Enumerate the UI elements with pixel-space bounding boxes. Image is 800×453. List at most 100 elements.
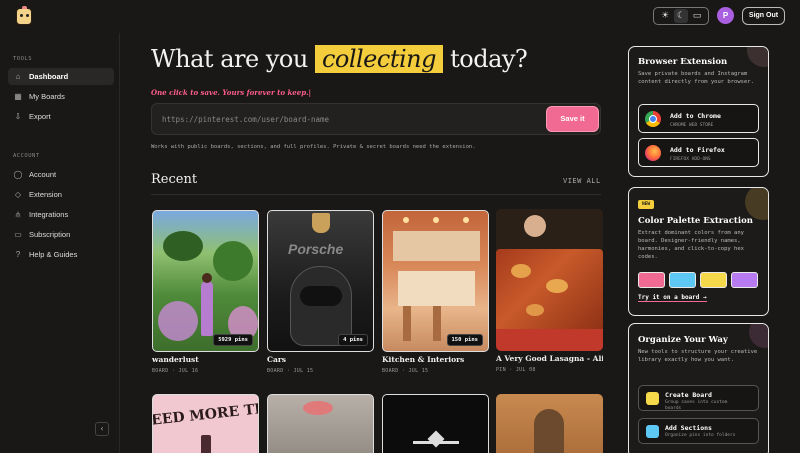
- button-label: Add to Firefox: [670, 146, 725, 154]
- panel-description: Save private boards and Instagram conten…: [638, 71, 754, 85]
- theme-switcher: ☀ ☾ ▭: [653, 7, 709, 25]
- sidebar-item-subscription[interactable]: ▭ Subscription: [8, 226, 114, 243]
- color-swatch: [700, 272, 727, 288]
- export-icon: ⇩: [14, 112, 22, 121]
- url-form: Save it: [151, 103, 601, 135]
- card-meta: BOARD · JUL 16: [152, 368, 199, 374]
- board-card-kitchen[interactable]: 150 pins Kitchen & Interiors BOARD · JUL…: [382, 210, 489, 374]
- hero-text-before: What are you: [151, 45, 308, 73]
- recent-heading: Recent: [151, 172, 198, 187]
- panel-title: Browser Extension: [638, 57, 728, 67]
- color-swatch: [638, 272, 665, 288]
- panel-description: New tools to structure your creative lib…: [638, 349, 758, 363]
- home-icon: ⌂: [15, 72, 21, 81]
- card-meta: BOARD · JUL 15: [267, 368, 314, 374]
- divider: [151, 194, 601, 195]
- card-title: A Very Good Lasagna - Alis…: [496, 354, 603, 363]
- sun-icon[interactable]: ☀: [658, 9, 672, 23]
- pin-thumbnail[interactable]: [496, 209, 603, 351]
- sidebar-item-integrations[interactable]: ⫛ Integrations: [8, 206, 114, 223]
- pin-count-badge: 4 pins: [338, 334, 368, 346]
- sign-out-button[interactable]: Sign Out: [742, 7, 785, 25]
- feature-sublabel: Organize pins into folders: [665, 433, 736, 438]
- card-title: Kitchen & Interiors: [382, 355, 465, 364]
- sidebar-item-label: Export: [29, 112, 51, 121]
- plug-icon: ⫛: [15, 209, 21, 219]
- user-icon: ◯: [13, 170, 23, 179]
- firefox-icon: [645, 145, 661, 161]
- moon-icon[interactable]: ☾: [674, 9, 688, 23]
- view-all-link[interactable]: VIEW ALL: [563, 177, 601, 185]
- sidebar-item-export[interactable]: ⇩ Export: [8, 108, 114, 125]
- add-sections-button[interactable]: Add Sections Organize pins into folders: [638, 418, 759, 444]
- organize-panel: Organize Your Way New tools to structure…: [628, 323, 769, 453]
- add-to-chrome-button[interactable]: Add to Chrome CHROME WEB STORE: [638, 104, 759, 133]
- panel-title: Organize Your Way: [638, 335, 728, 345]
- hero-text-after: today?: [450, 45, 528, 73]
- hero-highlight: collecting: [314, 45, 443, 73]
- chrome-icon: [645, 111, 661, 127]
- sidebar-item-dashboard[interactable]: ⌂ Dashboard: [8, 68, 114, 85]
- color-swatch: [731, 272, 758, 288]
- sidebar-item-help[interactable]: ? Help & Guides: [8, 246, 114, 263]
- top-bar: ☀ ☾ ▭ P Sign Out: [0, 0, 800, 33]
- button-label: Add to Chrome: [670, 112, 721, 120]
- try-palette-link[interactable]: Try it on a board →: [638, 294, 707, 302]
- browser-extension-panel: Browser Extension Save private boards an…: [628, 46, 769, 177]
- tagline: One click to save. Yours forever to keep…: [151, 88, 312, 97]
- board-card-row2-4[interactable]: [496, 394, 603, 453]
- save-button[interactable]: Save it: [547, 107, 598, 131]
- board-card-row2-3[interactable]: [382, 394, 489, 453]
- pin-count-badge: 5929 pins: [213, 334, 253, 346]
- help-icon: ?: [15, 250, 21, 259]
- sidebar: TOOLS ⌂ Dashboard ▦ My Boards ⇩ Export A…: [0, 33, 120, 453]
- board-card-cars[interactable]: Porsche 4 pins Cars BOARD · JUL 15: [267, 210, 374, 374]
- sidebar-item-label: Subscription: [29, 230, 71, 239]
- color-swatch: [669, 272, 696, 288]
- grid-icon: ▦: [14, 92, 22, 101]
- panel-title: Color Palette Extraction: [638, 216, 753, 226]
- card-title: wanderlust: [152, 355, 199, 364]
- sidebar-item-account[interactable]: ◯ Account: [8, 166, 114, 183]
- create-board-button[interactable]: Create Board Group saves into custom boa…: [638, 385, 759, 411]
- hero-heading: What are you collecting today?: [151, 45, 528, 73]
- pin-card-lasagna[interactable]: A Very Good Lasagna - Alis… PIN · JUL 08: [496, 209, 603, 373]
- board-card-wanderlust[interactable]: 5929 pins wanderlust BOARD · JUL 16: [152, 210, 259, 374]
- main-content: What are you collecting today? One click…: [120, 33, 620, 453]
- button-sublabel: FIREFOX ADD-ONS: [670, 157, 711, 162]
- feature-label: Create Board: [665, 391, 712, 399]
- board-card-row2-2[interactable]: [267, 394, 374, 453]
- color-palette-panel: NEW Color Palette Extraction Extract dom…: [628, 187, 769, 316]
- board-thumbnail[interactable]: 150 pins: [382, 210, 489, 352]
- folder-icon: [646, 425, 659, 438]
- board-icon: [646, 392, 659, 405]
- monitor-icon[interactable]: ▭: [690, 9, 704, 23]
- card-meta: PIN · JUL 08: [496, 367, 536, 373]
- sidebar-item-label: Dashboard: [29, 72, 69, 81]
- card-icon: ▭: [14, 230, 22, 239]
- board-url-input[interactable]: [162, 104, 532, 134]
- sidebar-item-my-boards[interactable]: ▦ My Boards: [8, 88, 114, 105]
- helper-text: Works with public boards, sections, and …: [151, 144, 476, 150]
- sidebar-item-label: Integrations: [29, 210, 69, 219]
- board-thumbnail[interactable]: 5929 pins: [152, 210, 259, 352]
- puzzle-icon: ◇: [14, 190, 22, 199]
- add-to-firefox-button[interactable]: Add to Firefox FIREFOX ADD-ONS: [638, 138, 759, 167]
- new-badge: NEW: [638, 200, 655, 209]
- avatar[interactable]: P: [717, 7, 734, 24]
- card-meta: BOARD · JUL 15: [382, 368, 429, 374]
- sidebar-item-label: Account: [29, 170, 57, 179]
- sidebar-item-label: My Boards: [29, 92, 65, 101]
- feature-sublabel: Group saves into custom: [665, 400, 728, 405]
- app-logo[interactable]: [16, 6, 32, 25]
- card-title: Cars: [267, 355, 287, 364]
- board-thumbnail[interactable]: Porsche 4 pins: [267, 210, 374, 352]
- sidebar-section-tools: TOOLS: [13, 56, 33, 62]
- card-overlay-text: EED MORE TI: [152, 401, 259, 429]
- panel-description: Extract dominant colors from any board. …: [638, 230, 744, 260]
- button-sublabel: CHROME WEB STORE: [670, 123, 714, 128]
- collapse-sidebar-button[interactable]: ‹: [95, 422, 109, 436]
- sidebar-item-extension[interactable]: ◇ Extension: [8, 186, 114, 203]
- board-card-row2-1[interactable]: EED MORE TI: [152, 394, 259, 453]
- sidebar-item-label: Extension: [29, 190, 62, 199]
